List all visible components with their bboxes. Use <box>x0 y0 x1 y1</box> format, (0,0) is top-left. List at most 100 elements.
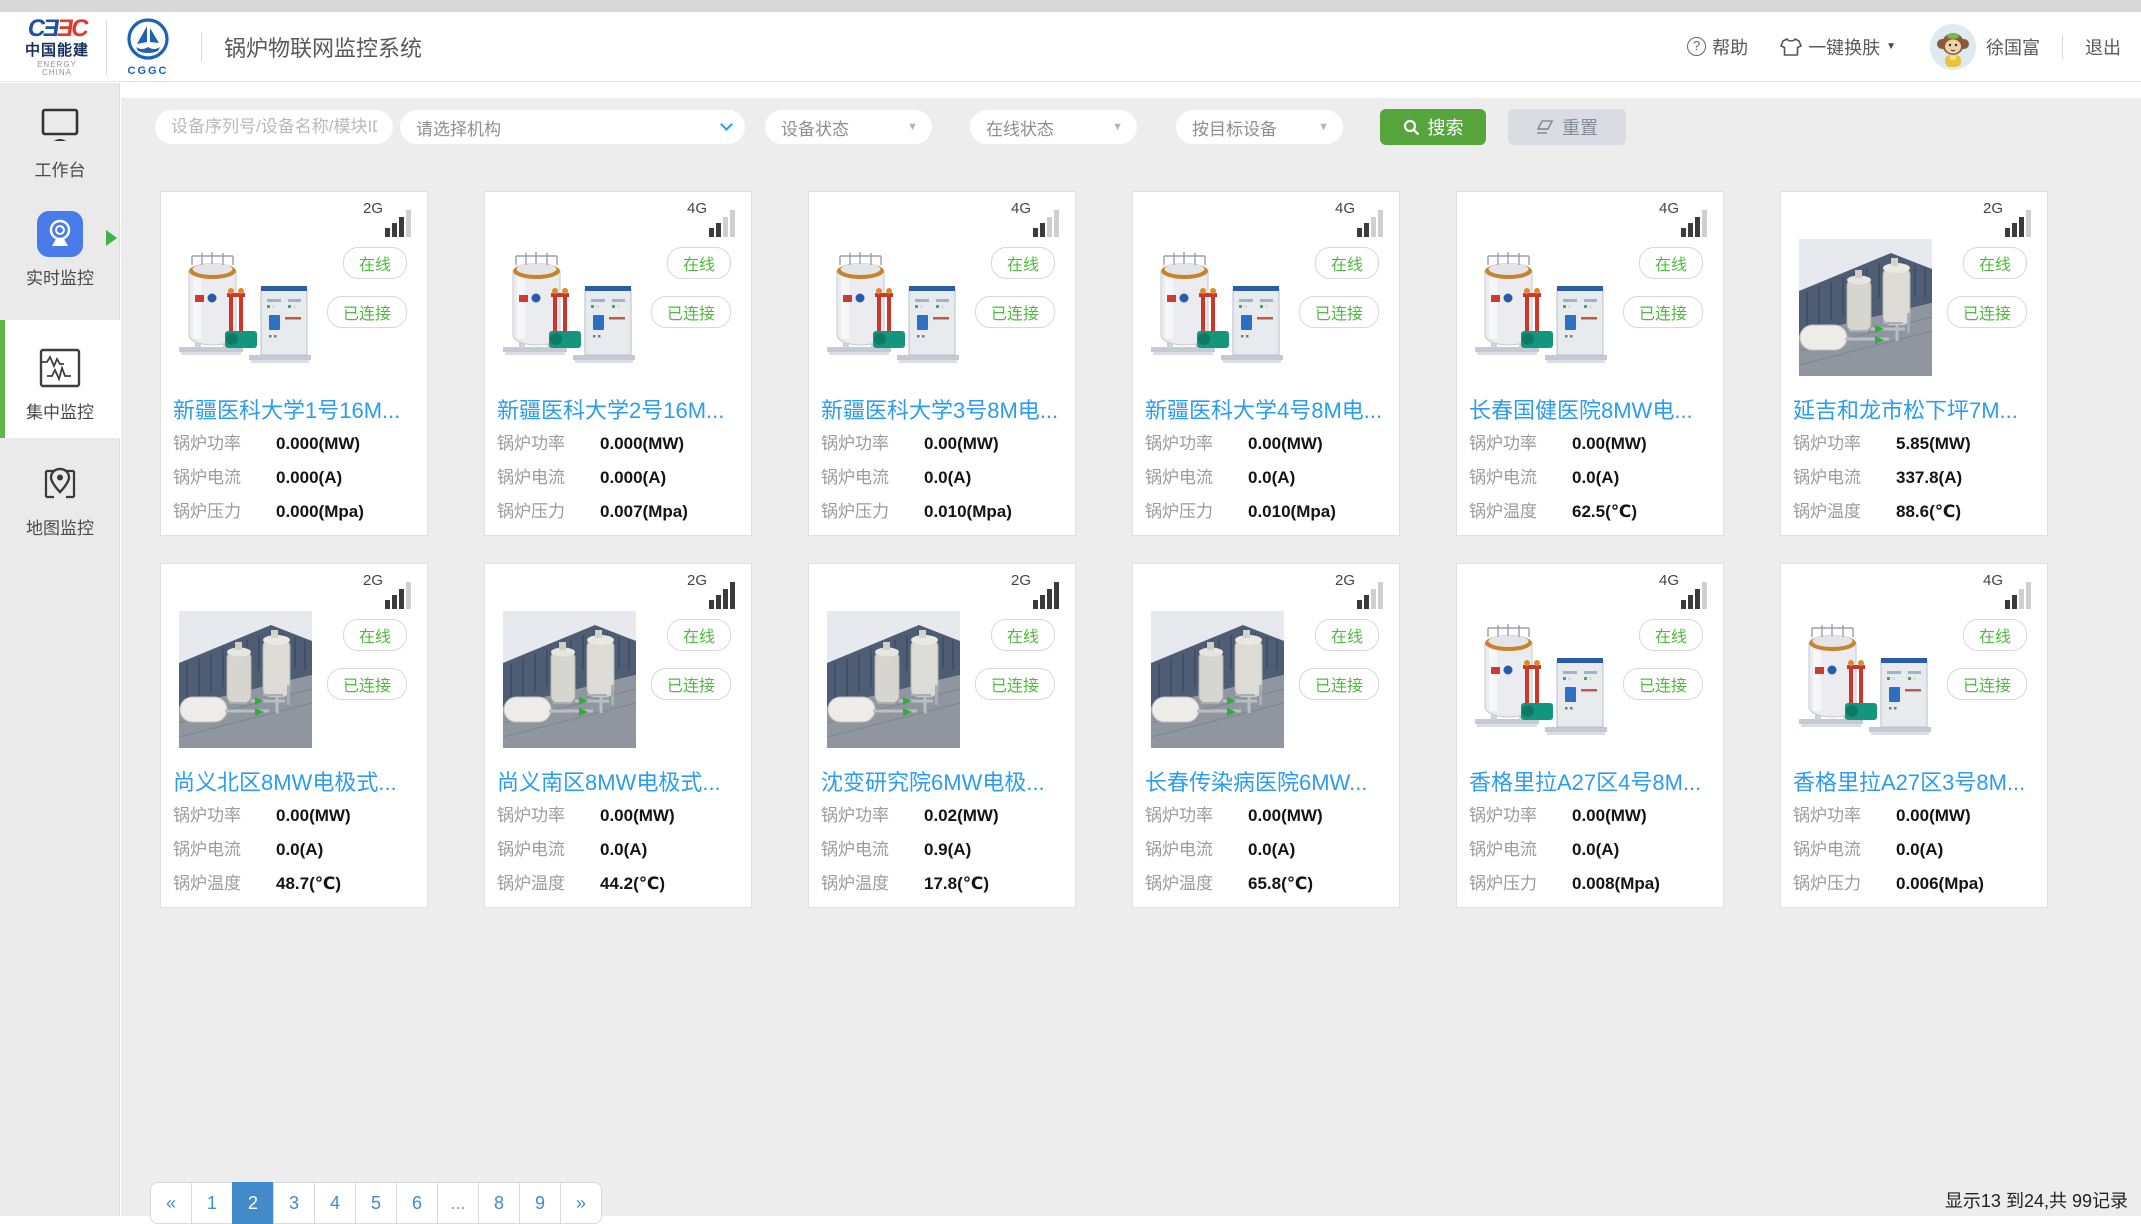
pagination-page-8[interactable]: 8 <box>478 1182 520 1224</box>
sidebar-item-map[interactable]: 地图监控 <box>0 460 120 539</box>
pagination-page-3[interactable]: 3 <box>273 1182 315 1224</box>
device-name-link[interactable]: 尚义南区8MW电极式... <box>497 765 743 797</box>
network-type-label: 4G <box>687 200 707 217</box>
chevron-down-icon <box>720 118 733 131</box>
search-button[interactable]: 搜索 <box>1380 109 1486 145</box>
device-name-link[interactable]: 新疆医科大学1号16M... <box>173 393 419 425</box>
signal-bars-icon <box>385 210 411 237</box>
device-card[interactable]: 2G <box>808 563 1076 908</box>
pagination-prev[interactable]: « <box>150 1182 192 1224</box>
device-name-link[interactable]: 长春传染病医院6MW... <box>1145 765 1391 797</box>
metric-value: 0.000(MW) <box>600 434 684 454</box>
device-card[interactable]: 4G <box>1456 563 1724 908</box>
sidebar-item-centralized[interactable]: 集中监控 <box>0 320 120 438</box>
device-metrics: 锅炉功率 0.00(MW) 锅炉电流 0.0(A) 锅炉压力 0.010(Mpa… <box>821 434 1067 536</box>
device-metrics: 锅炉功率 0.02(MW) 锅炉电流 0.9(A) 锅炉温度 17.8(℃) <box>821 806 1067 908</box>
device-metrics: 锅炉功率 0.00(MW) 锅炉电流 0.0(A) 锅炉压力 0.008(Mpa… <box>1469 806 1715 908</box>
online-status-badge: 在线 <box>343 247 407 279</box>
logout-divider <box>2062 35 2063 59</box>
metric-value: 0.010(Mpa) <box>924 502 1012 522</box>
pagination-page-4[interactable]: 4 <box>314 1182 356 1224</box>
status-badges: 在线 已连接 <box>975 247 1055 328</box>
logout-button[interactable]: 退出 <box>2085 34 2121 60</box>
target-device-value: 按目标设备 <box>1192 115 1277 140</box>
reset-button[interactable]: 重置 <box>1508 109 1626 145</box>
device-name-link[interactable]: 新疆医科大学2号16M... <box>497 393 743 425</box>
device-card[interactable]: 4G <box>1132 191 1400 536</box>
device-name-link[interactable]: 沈变研究院6MW电极... <box>821 765 1067 797</box>
sidebar-label: 实时监控 <box>0 264 120 289</box>
sidebar-item-workbench[interactable]: 工作台 <box>0 102 120 181</box>
pagination-page-6[interactable]: 6 <box>396 1182 438 1224</box>
signal-indicator: 4G <box>1983 572 2031 609</box>
pagination-page-2[interactable]: 2 <box>232 1182 274 1224</box>
metric-row: 锅炉压力 0.006(Mpa) <box>1793 874 2039 894</box>
connected-status-badge: 已连接 <box>1947 668 2027 700</box>
organization-select[interactable]: 请选择机构 <box>400 110 745 144</box>
target-device-select[interactable]: 按目标设备 ▼ <box>1176 110 1343 144</box>
connected-status-badge: 已连接 <box>1623 296 1703 328</box>
metric-row: 锅炉电流 0.0(A) <box>1469 468 1715 488</box>
metric-label: 锅炉功率 <box>497 434 600 454</box>
metric-label: 锅炉压力 <box>821 502 924 522</box>
connected-status-badge: 已连接 <box>327 668 407 700</box>
device-metrics: 锅炉功率 0.00(MW) 锅炉电流 0.0(A) 锅炉压力 0.006(Mpa… <box>1793 806 2039 908</box>
skin-switch-button[interactable]: 一键换肤 ▼ <box>1780 34 1896 60</box>
metric-row: 锅炉温度 88.6(℃) <box>1793 502 2039 522</box>
metric-value: 0.010(Mpa) <box>1248 502 1336 522</box>
search-input[interactable] <box>155 110 393 144</box>
device-card[interactable]: 2G <box>160 563 428 908</box>
main-content: 请选择机构 设备状态 ▼ 在线状态 ▼ 按目标设备 ▼ 搜索 重置 2G <box>121 83 2141 1216</box>
device-name-link[interactable]: 香格里拉A27区3号8M... <box>1793 765 2039 797</box>
boiler-tank-illustration <box>1475 239 1608 376</box>
device-card[interactable]: 4G <box>484 191 752 536</box>
device-metrics: 锅炉功率 0.00(MW) 锅炉电流 0.0(A) 锅炉温度 48.7(℃) <box>173 806 419 908</box>
metric-value: 0.0(A) <box>1248 468 1295 488</box>
pagination-next[interactable]: » <box>560 1182 602 1224</box>
device-card[interactable]: 2G <box>160 191 428 536</box>
avatar[interactable] <box>1930 24 1976 70</box>
pagination-page-1[interactable]: 1 <box>191 1182 233 1224</box>
boiler-tank-illustration <box>1799 611 1932 748</box>
metric-row: 锅炉温度 65.8(℃) <box>1145 874 1391 894</box>
device-name-link[interactable]: 延吉和龙市松下坪7M... <box>1793 393 2039 425</box>
help-button[interactable]: ? 帮助 <box>1687 34 1748 60</box>
device-card[interactable]: 2G <box>1780 191 2048 536</box>
device-image <box>179 611 312 748</box>
device-name-link[interactable]: 香格里拉A27区4号8M... <box>1469 765 1715 797</box>
device-card[interactable]: 2G <box>1132 563 1400 908</box>
device-card[interactable]: 4G <box>808 191 1076 536</box>
device-name-link[interactable]: 长春国健医院8MW电... <box>1469 393 1715 425</box>
status-badges: 在线 已连接 <box>1947 619 2027 700</box>
device-card[interactable]: 2G <box>484 563 752 908</box>
metric-label: 锅炉电流 <box>1145 468 1248 488</box>
pagination-ellipsis: ... <box>437 1182 479 1224</box>
device-card[interactable]: 4G <box>1456 191 1724 536</box>
device-image <box>1151 611 1284 748</box>
online-status-select[interactable]: 在线状态 ▼ <box>970 110 1137 144</box>
monitor-icon <box>0 102 120 150</box>
device-name-link[interactable]: 新疆医科大学3号8M电... <box>821 393 1067 425</box>
metric-row: 锅炉电流 337.8(A) <box>1793 468 2039 488</box>
metric-label: 锅炉电流 <box>821 840 924 860</box>
ceec-logo-en: ENERGY CHINA <box>22 61 92 77</box>
metric-value: 0.00(MW) <box>1896 806 1971 826</box>
device-card[interactable]: 4G <box>1780 563 2048 908</box>
metric-row: 锅炉电流 0.0(A) <box>1469 840 1715 860</box>
search-button-label: 搜索 <box>1428 114 1464 140</box>
device-image <box>827 611 960 748</box>
triangle-down-icon: ▼ <box>907 121 918 133</box>
metric-value: 0.00(MW) <box>1572 434 1647 454</box>
username[interactable]: 徐国富 <box>1986 34 2040 60</box>
metric-row: 锅炉电流 0.9(A) <box>821 840 1067 860</box>
pagination-page-9[interactable]: 9 <box>519 1182 561 1224</box>
triangle-down-icon: ▼ <box>1112 121 1123 133</box>
sidebar-item-realtime[interactable]: 实时监控 <box>0 210 120 289</box>
boiler-tank-illustration <box>1475 611 1608 748</box>
device-status-select[interactable]: 设备状态 ▼ <box>765 110 932 144</box>
device-name-link[interactable]: 尚义北区8MW电极式... <box>173 765 419 797</box>
device-name-link[interactable]: 新疆医科大学4号8M电... <box>1145 393 1391 425</box>
pagination-page-5[interactable]: 5 <box>355 1182 397 1224</box>
signal-bars-icon <box>1357 582 1383 609</box>
metric-value: 0.000(A) <box>600 468 666 488</box>
